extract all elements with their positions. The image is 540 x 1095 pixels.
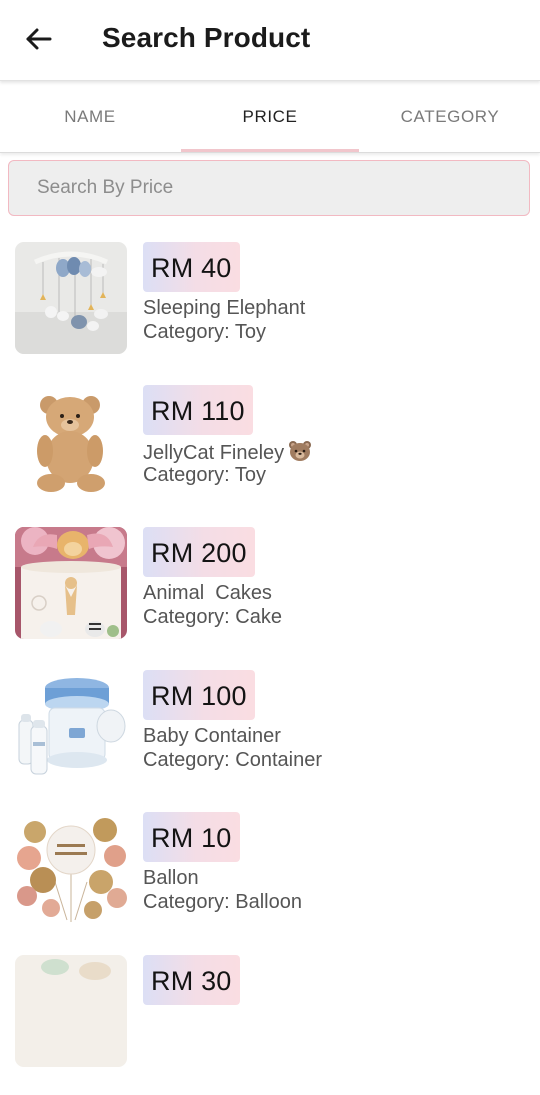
product-list-item[interactable]: RM 100 Baby Container Category: Containe… [0, 668, 540, 811]
animal-cake-image [15, 527, 127, 639]
product-name: Baby Container [143, 725, 281, 748]
arrow-left-icon [18, 18, 60, 60]
product-category: Category: Balloon [143, 891, 302, 914]
price-badge: RM 10 [143, 812, 240, 862]
product-list-item[interactable]: RM 40 Sleeping Elephant Category: Toy [0, 240, 540, 383]
baby-mobile-image [15, 242, 127, 354]
product-category: Category: Toy [143, 321, 266, 344]
product-category: Category: Toy [143, 464, 266, 487]
teddy-bear-face-emoji [288, 440, 312, 462]
product-list-item[interactable]: RM 30 [0, 953, 540, 1095]
product-name: Ballon [143, 867, 199, 890]
price-badge: RM 30 [143, 955, 240, 1005]
product-name: Sleeping Elephant [143, 297, 305, 320]
product-category: Category: Container [143, 749, 322, 772]
partial-product-image [15, 955, 127, 1067]
product-list-item[interactable]: RM 200 Animal Cakes Category: Cake [0, 525, 540, 668]
teddy-bear-image [15, 385, 127, 497]
app-bar: Search Product [0, 0, 540, 81]
product-name: Animal Cakes [143, 582, 272, 605]
search-box [8, 160, 530, 216]
price-badge: RM 110 [143, 385, 253, 435]
bottle-sterilizer-image [15, 670, 127, 782]
tab-name[interactable]: NAME [0, 82, 180, 152]
price-badge: RM 100 [143, 670, 255, 720]
product-name-text: JellyCat Fineley [143, 442, 284, 464]
product-list-item[interactable]: RM 10 Ballon Category: Balloon [0, 810, 540, 953]
product-category: Category: Cake [143, 606, 282, 629]
back-button[interactable] [18, 18, 60, 60]
active-tab-indicator [181, 149, 359, 152]
price-badge: RM 40 [143, 242, 240, 292]
price-badge: RM 200 [143, 527, 255, 577]
tab-price[interactable]: PRICE [180, 82, 360, 152]
product-list: RM 40 Sleeping Elephant Category: Toy [0, 240, 540, 1095]
page-title: Search Product [102, 22, 310, 54]
product-name: JellyCat Fineley [143, 440, 312, 465]
tab-bar: NAME PRICE CATEGORY [0, 82, 540, 153]
product-list-item[interactable]: RM 110 JellyCat Fineley Category: Toy [0, 383, 540, 526]
balloon-bouquet-image [15, 812, 127, 924]
tab-category[interactable]: CATEGORY [360, 82, 540, 152]
search-input[interactable] [9, 161, 529, 215]
